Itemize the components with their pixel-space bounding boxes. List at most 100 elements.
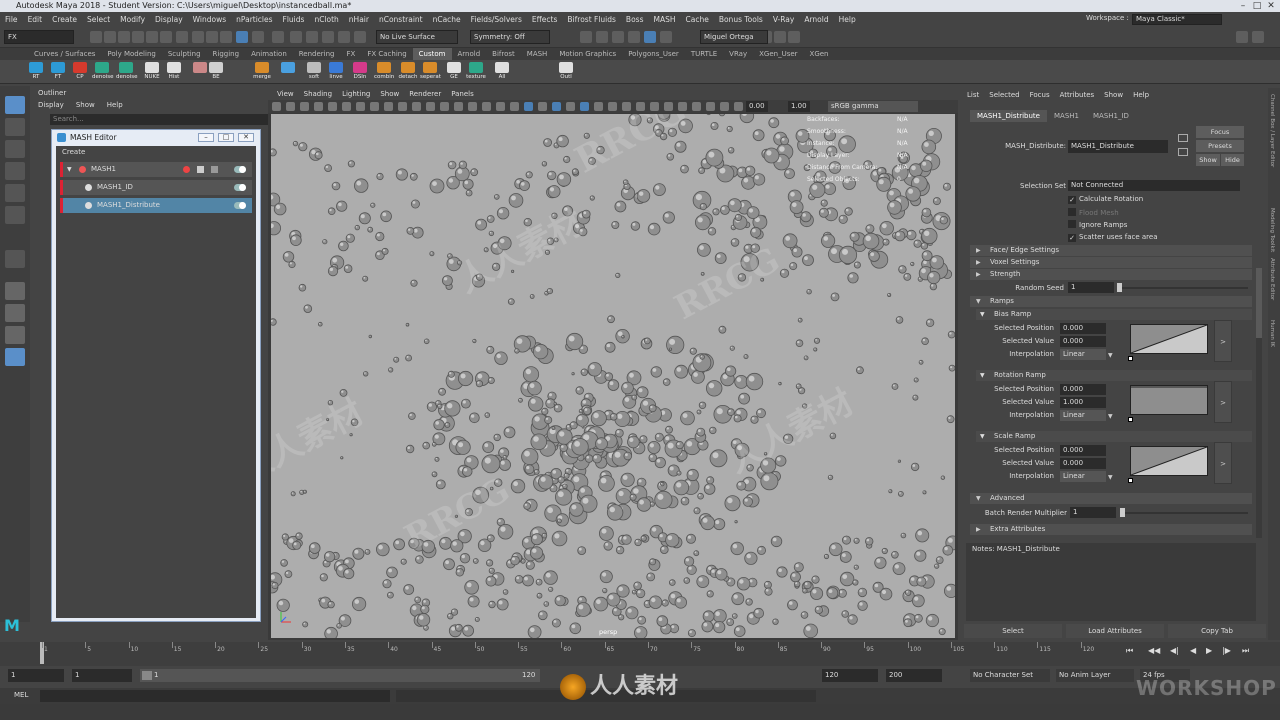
menu-item[interactable]: nConstraint xyxy=(374,15,428,24)
minimize-icon[interactable]: – xyxy=(198,133,214,142)
shelf-button[interactable]: soft xyxy=(304,62,324,82)
ramp-field[interactable]: Linear xyxy=(1060,471,1106,482)
viewport-toolbar-icon[interactable] xyxy=(398,102,407,111)
close-icon[interactable]: ✕ xyxy=(1264,0,1278,12)
focus-output-icon[interactable] xyxy=(1178,148,1188,156)
status-tool-icon[interactable] xyxy=(236,31,248,43)
menu-item[interactable]: nParticles xyxy=(231,15,277,24)
go-to-start-icon[interactable]: ⏮ xyxy=(1126,646,1133,656)
shelf-button[interactable]: BE xyxy=(206,62,226,82)
node-enable-toggle[interactable] xyxy=(234,166,246,173)
right-vertical-tab[interactable]: Attribute Editor xyxy=(1269,258,1275,300)
shelf-tab[interactable]: Motion Graphics xyxy=(553,48,622,60)
shelf-button[interactable]: combin xyxy=(374,62,394,82)
right-vertical-tab[interactable]: Modeling Toolkit xyxy=(1269,208,1275,252)
attribute-bottom-button[interactable]: Load Attributes xyxy=(1066,624,1164,638)
shelf-tab[interactable]: VRay xyxy=(723,48,753,60)
ramp-section[interactable]: ▼ Rotation Ramp xyxy=(976,370,1252,381)
status-tool-icon[interactable] xyxy=(660,31,672,43)
ramp-field[interactable]: 0.000 xyxy=(1060,336,1106,347)
viewport-toolbar-icon[interactable] xyxy=(566,102,575,111)
step-forward-icon[interactable]: |▶ xyxy=(1222,646,1231,655)
end-time-field[interactable]: 200 xyxy=(886,669,942,682)
mash-node-row[interactable]: MASH1_ID xyxy=(60,180,252,195)
viewport-toolbar-icon[interactable] xyxy=(664,102,673,111)
expand-arrow-icon[interactable]: ▶ xyxy=(976,245,981,256)
ramp-expand-button[interactable]: > xyxy=(1214,320,1232,362)
mash-create-menu[interactable]: Create xyxy=(62,148,85,156)
go-to-end-icon[interactable]: ⏭ xyxy=(1242,646,1249,656)
attribute-menu-item[interactable]: Show xyxy=(1099,91,1128,99)
shelf-tab[interactable]: Rigging xyxy=(207,48,246,60)
four-view-icon[interactable] xyxy=(5,304,25,322)
viewport-menu-item[interactable]: Lighting xyxy=(337,88,375,100)
viewport-toolbar-icon[interactable] xyxy=(692,102,701,111)
range-end-field[interactable]: 120 xyxy=(822,669,878,682)
attribute-checkbox[interactable]: Flood Mesh xyxy=(1068,207,1119,217)
ramp-field[interactable]: 0.000 xyxy=(1060,458,1106,469)
menu-item[interactable]: Windows xyxy=(188,15,231,24)
user-account[interactable]: Miguel Ortega xyxy=(700,30,768,44)
focus-button[interactable]: Focus xyxy=(1196,126,1244,138)
shelf-tab[interactable]: Sculpting xyxy=(162,48,207,60)
status-tool-icon[interactable] xyxy=(644,31,656,43)
menu-item[interactable]: Boss xyxy=(621,15,649,24)
extra-attributes-section[interactable]: ▶ Extra Attributes xyxy=(970,524,1252,535)
mash-node-row[interactable]: ▼ MASH1 xyxy=(60,162,252,177)
viewport-toolbar-icon[interactable] xyxy=(650,102,659,111)
shelf-button[interactable]: GE xyxy=(444,62,464,82)
ramp-field[interactable]: 0.000 xyxy=(1060,445,1106,456)
rotate-tool-icon[interactable] xyxy=(5,184,25,202)
ramp-section[interactable]: ▼ Bias Ramp xyxy=(976,309,1252,320)
attribute-checkbox[interactable]: Ignore Ramps xyxy=(1068,220,1127,229)
ramp-field[interactable]: Linear xyxy=(1060,349,1106,360)
shelf-button[interactable]: denoise xyxy=(92,62,114,82)
shelf-button[interactable]: DSIn xyxy=(350,62,370,82)
play-backward-icon[interactable]: ◀ xyxy=(1190,646,1196,655)
character-set-select[interactable]: No Character Set xyxy=(970,669,1050,682)
outliner-menu-item[interactable]: Display xyxy=(32,100,70,111)
status-tool-icon[interactable] xyxy=(338,31,350,43)
viewport-toolbar-icon[interactable] xyxy=(594,102,603,111)
shelf-button[interactable]: All xyxy=(492,62,512,82)
viewport-toolbar-icon[interactable] xyxy=(454,102,463,111)
viewport-toolbar-icon[interactable] xyxy=(678,102,687,111)
viewport-toolbar-icon[interactable] xyxy=(272,102,281,111)
menu-item[interactable]: Modify xyxy=(115,15,150,24)
ramp-key-handle[interactable] xyxy=(1128,417,1133,422)
last-tool-icon[interactable] xyxy=(5,250,25,268)
shelf-tab[interactable]: Curves / Surfaces xyxy=(28,48,101,60)
shelf-tab[interactable]: Poly Modeling xyxy=(101,48,161,60)
shelf-tab[interactable]: Bifrost xyxy=(486,48,521,60)
menu-item[interactable]: nHair xyxy=(344,15,374,24)
random-seed-field[interactable]: 1 xyxy=(1068,282,1114,293)
random-seed-slider[interactable] xyxy=(1118,287,1248,289)
status-tool-icon[interactable] xyxy=(146,31,158,43)
attribute-bottom-button[interactable]: Select xyxy=(964,624,1062,638)
shelf-button[interactable]: Hist xyxy=(164,62,184,82)
advanced-section[interactable]: ▼ Advanced xyxy=(970,493,1252,504)
shelf-button[interactable]: denoise xyxy=(116,62,138,82)
shelf-tab[interactable]: MASH xyxy=(521,48,554,60)
menu-item[interactable]: File xyxy=(0,15,23,24)
notes-area[interactable]: Notes: MASH1_Distribute xyxy=(966,543,1256,621)
viewport-toolbar-icon[interactable] xyxy=(552,102,561,111)
shelf-tab[interactable]: XGen xyxy=(804,48,835,60)
persp-outliner-icon[interactable] xyxy=(5,326,25,344)
shelf-tab[interactable]: Rendering xyxy=(293,48,341,60)
scale-tool-icon[interactable] xyxy=(5,206,25,224)
menu-item[interactable]: Arnold xyxy=(799,15,833,24)
attribute-menu-item[interactable]: Attributes xyxy=(1055,91,1100,99)
expand-arrow-icon[interactable]: ▼ xyxy=(980,431,985,442)
menu-item[interactable]: V-Ray xyxy=(768,15,799,24)
viewport-toolbar-icon[interactable] xyxy=(636,102,645,111)
status-tool-icon[interactable] xyxy=(1236,31,1248,43)
maximize-icon[interactable]: □ xyxy=(1250,0,1264,12)
shelf-button[interactable] xyxy=(278,62,298,82)
status-tool-icon[interactable] xyxy=(252,31,264,43)
shelf-button[interactable]: RT xyxy=(26,62,46,82)
viewport-toolbar-icon[interactable] xyxy=(440,102,449,111)
node-settings-icon[interactable] xyxy=(211,166,218,173)
viewport-toolbar-icon[interactable] xyxy=(482,102,491,111)
attribute-menu-item[interactable]: Help xyxy=(1128,91,1154,99)
